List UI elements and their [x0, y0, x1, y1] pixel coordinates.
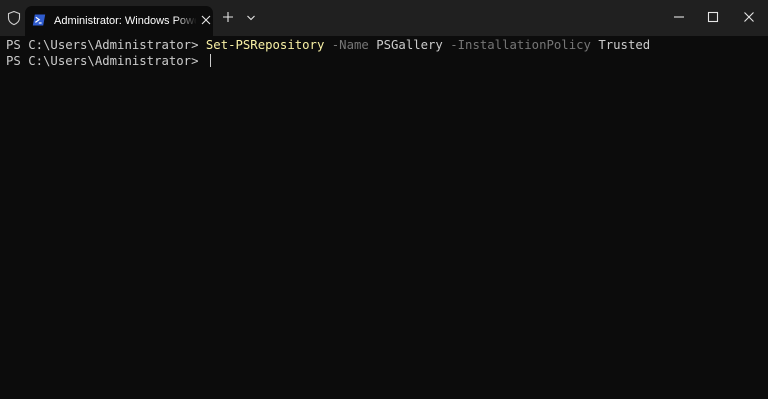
title-bar[interactable]: Administrator: Windows PowerShell: [0, 0, 768, 36]
chevron-down-icon[interactable]: [246, 14, 256, 22]
terminal-line: PS C:\Users\Administrator> Set-PSReposit…: [6, 37, 650, 53]
terminal-output[interactable]: PS C:\Users\Administrator> Set-PSReposit…: [0, 36, 768, 399]
parameter-value: PSGallery: [376, 38, 443, 52]
powershell-icon: [32, 13, 46, 27]
tab-powershell[interactable]: Administrator: Windows PowerShell: [25, 6, 213, 36]
terminal-window: Administrator: Windows PowerShell: [0, 0, 768, 399]
parameter-name: -Name: [331, 38, 369, 52]
close-icon[interactable]: [200, 14, 212, 26]
parameter-name: -InstallationPolicy: [450, 38, 591, 52]
prompt: PS C:\Users\Administrator>: [6, 38, 206, 52]
close-icon[interactable]: [740, 10, 758, 24]
text-cursor: [209, 54, 211, 67]
shield-icon: [6, 10, 22, 26]
command-name: Set-PSRepository: [205, 38, 325, 52]
maximize-icon[interactable]: [704, 10, 722, 24]
parameter-value: Trusted: [598, 38, 651, 52]
minimize-icon[interactable]: [670, 10, 688, 24]
prompt: PS C:\Users\Administrator>: [6, 54, 206, 68]
plus-icon[interactable]: [222, 11, 234, 23]
tab-title-fade: [175, 6, 197, 36]
terminal-line: PS C:\Users\Administrator>: [6, 53, 211, 69]
